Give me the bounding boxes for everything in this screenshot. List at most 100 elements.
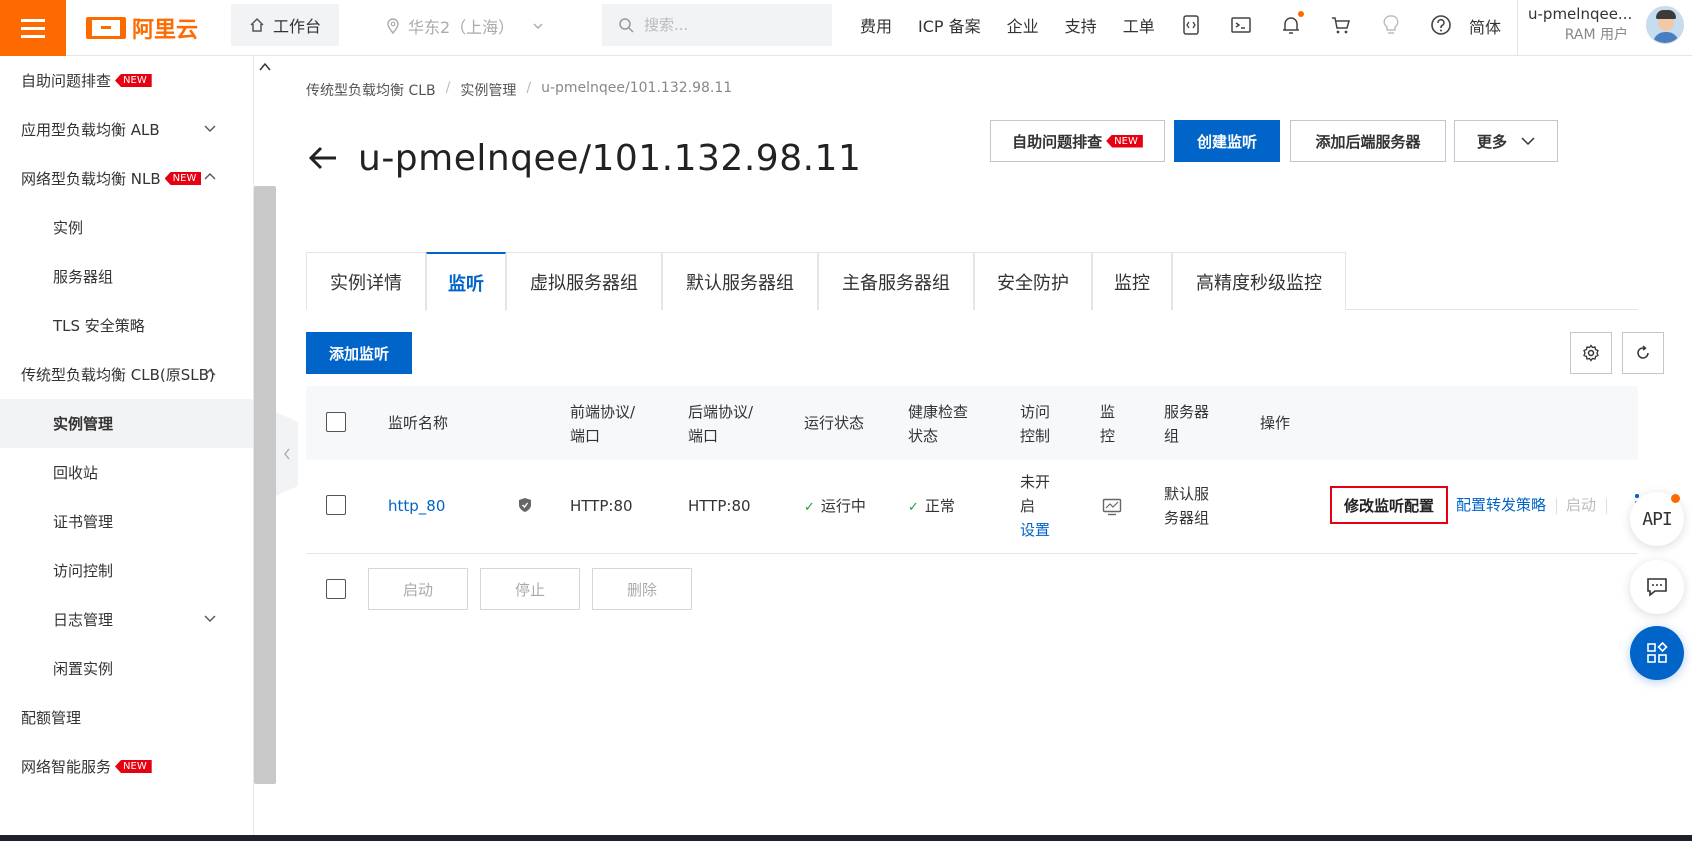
back-arrow-icon[interactable]	[306, 141, 340, 175]
search-input[interactable]	[644, 16, 814, 34]
workbench-button[interactable]: 工作台	[231, 4, 339, 46]
sidebar-item-recycle-bin[interactable]: 回收站	[0, 448, 253, 497]
sidebar-item-clb[interactable]: 传统型负载均衡 CLB(原SLB)	[0, 350, 253, 399]
new-badge: NEW	[1106, 134, 1143, 148]
batch-delete-button[interactable]: 删除	[592, 568, 692, 610]
tab-master-slave-group[interactable]: 主备服务器组	[818, 252, 974, 310]
nav-icp[interactable]: ICP 备案	[918, 13, 981, 37]
top-icon-group	[1180, 0, 1452, 50]
new-badge: NEW	[115, 74, 152, 87]
tab-security[interactable]: 安全防护	[974, 252, 1092, 310]
header-listener-name: 监听名称	[388, 414, 449, 432]
user-name: u-pmelnqee...	[1528, 5, 1633, 23]
listener-name-link[interactable]: http_80	[388, 494, 445, 518]
tab-listeners[interactable]: 监听	[426, 252, 506, 311]
hamburger-menu-button[interactable]	[0, 0, 66, 56]
new-badge: NEW	[115, 760, 152, 773]
header-monitor-line1: 监	[1100, 403, 1116, 421]
health-status-text: 正常	[924, 497, 955, 515]
settings-button[interactable]	[1570, 332, 1612, 374]
header-group-line1: 服务器	[1164, 403, 1210, 421]
add-backend-server-button[interactable]: 添加后端服务器	[1290, 120, 1446, 162]
sidebar-item-alb[interactable]: 应用型负载均衡 ALB	[0, 105, 253, 154]
header-acl: 访问 控制	[1020, 400, 1050, 448]
monitor-chart-icon[interactable]	[1102, 498, 1122, 516]
batch-select-checkbox[interactable]	[326, 579, 346, 599]
sidebar-scrollbar-thumb[interactable]	[254, 186, 276, 784]
lightbulb-icon[interactable]	[1380, 14, 1402, 36]
sidebar-item-certificates[interactable]: 证书管理	[0, 497, 253, 546]
help-icon[interactable]	[1430, 14, 1452, 36]
cart-icon[interactable]	[1330, 14, 1352, 36]
breadcrumb-instance-management[interactable]: 实例管理	[460, 80, 516, 100]
avatar[interactable]	[1646, 6, 1684, 44]
refresh-button[interactable]	[1622, 332, 1664, 374]
nav-tickets[interactable]: 工单	[1123, 13, 1155, 37]
search-icon	[619, 18, 634, 33]
tab-vserver-groups[interactable]: 虚拟服务器组	[506, 252, 662, 310]
region-selector[interactable]: 华东2（上海）	[386, 14, 544, 38]
more-label: 更多	[1476, 132, 1507, 151]
tab-instance-details[interactable]: 实例详情	[306, 252, 426, 310]
forwarding-policy-link[interactable]: 配置转发策略	[1456, 494, 1546, 515]
header-backend-line1: 后端协议/	[688, 403, 754, 421]
bell-icon[interactable]	[1280, 11, 1304, 36]
refresh-icon	[1637, 345, 1649, 359]
sidebar-item-label: 回收站	[53, 464, 99, 482]
tab-default-server-group[interactable]: 默认服务器组	[662, 252, 818, 310]
sidebar-item-idle-instances[interactable]: 闲置实例	[0, 644, 253, 693]
add-backend-label: 添加后端服务器	[1315, 132, 1421, 151]
tab-monitoring[interactable]: 监控	[1092, 252, 1172, 310]
nav-fees[interactable]: 费用	[860, 13, 892, 37]
chevron-up-icon	[204, 173, 216, 180]
user-role: RAM 用户	[1564, 27, 1628, 43]
aliyun-logo[interactable]: 阿里云	[86, 12, 198, 44]
user-menu[interactable]: u-pmelnqee... RAM 用户	[1528, 4, 1633, 46]
search-box[interactable]	[602, 4, 832, 46]
apps-float-button[interactable]	[1630, 626, 1684, 680]
sidebar-collapse-button[interactable]	[276, 412, 298, 496]
feedback-float-button[interactable]	[1630, 560, 1684, 614]
tab-second-monitoring[interactable]: 高精度秒级监控	[1172, 252, 1346, 310]
acl-cell: 未开 启 设置	[1020, 470, 1050, 542]
create-listener-button[interactable]: 创建监听	[1174, 120, 1280, 162]
nav-enterprise[interactable]: 企业	[1007, 13, 1039, 37]
batch-stop-button[interactable]: 停止	[480, 568, 580, 610]
sidebar-item-nlb-instances[interactable]: 实例	[0, 203, 253, 252]
check-icon: ✓	[804, 500, 815, 515]
acl-settings-link[interactable]: 设置	[1020, 518, 1050, 542]
troubleshoot-button[interactable]: 自助问题排查 NEW	[990, 120, 1165, 162]
select-all-checkbox[interactable]	[326, 412, 346, 432]
header-frontend-line2: 端口	[570, 427, 601, 445]
batch-start-button[interactable]: 启动	[368, 568, 468, 610]
sidebar-item-quota[interactable]: 配额管理	[0, 693, 253, 742]
nav-support[interactable]: 支持	[1065, 13, 1097, 37]
sidebar-item-troubleshoot[interactable]: 自助问题排查 NEW	[0, 56, 253, 105]
health-status: ✓ 正常	[908, 494, 955, 520]
sidebar-item-label: 闲置实例	[53, 660, 114, 678]
add-listener-button[interactable]: 添加监听	[306, 332, 412, 374]
run-status: ✓ 运行中	[804, 494, 866, 520]
more-dropdown-button[interactable]: 更多	[1454, 120, 1558, 162]
sidebar-item-network-intelligence[interactable]: 网络智能服务 NEW	[0, 742, 253, 791]
main-content: 传统型负载均衡 CLB / 实例管理 / u-pmelnqee/101.132.…	[306, 56, 1692, 835]
table-header: 监听名称 前端协议/ 端口 后端协议/ 端口 运行状态 健康检查 状态 访问 控…	[306, 386, 1638, 460]
sidebar-item-server-groups[interactable]: 服务器组	[0, 252, 253, 301]
language-switch[interactable]: 简体	[1469, 14, 1501, 38]
window-bottom-edge	[0, 835, 1692, 841]
sidebar-item-nlb[interactable]: 网络型负载均衡 NLB NEW	[0, 154, 253, 203]
row-checkbox[interactable]	[326, 495, 346, 515]
sidebar-item-access-control[interactable]: 访问控制	[0, 546, 253, 595]
sidebar-item-label: 证书管理	[53, 513, 114, 531]
code-icon[interactable]	[1180, 14, 1202, 36]
edit-listener-config-button[interactable]: 修改监听配置	[1330, 486, 1448, 524]
breadcrumb: 传统型负载均衡 CLB / 实例管理 / u-pmelnqee/101.132.…	[306, 80, 732, 100]
sidebar-item-label: 实例管理	[53, 415, 114, 433]
sidebar-item-tls-policy[interactable]: TLS 安全策略	[0, 301, 253, 350]
sidebar-item-instance-management[interactable]: 实例管理	[0, 399, 253, 448]
terminal-icon[interactable]	[1230, 14, 1252, 36]
breadcrumb-clb[interactable]: 传统型负载均衡 CLB	[306, 80, 436, 100]
sidebar-item-logs[interactable]: 日志管理	[0, 595, 253, 644]
api-float-button[interactable]: API	[1630, 492, 1684, 546]
breadcrumb-separator: /	[445, 80, 451, 96]
